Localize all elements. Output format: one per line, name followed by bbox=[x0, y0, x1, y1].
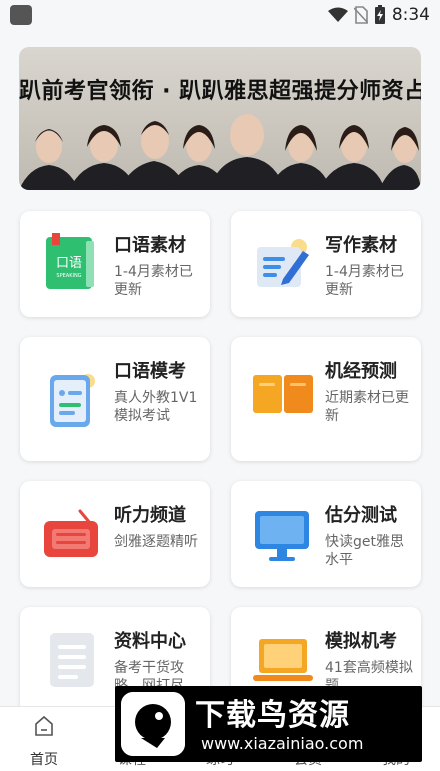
speaking-book-icon: 口语 SPEAKING bbox=[46, 233, 94, 289]
document-icon bbox=[50, 633, 94, 687]
card-title: 口语素材 bbox=[114, 235, 186, 256]
tab-home[interactable]: 首页 bbox=[0, 707, 88, 771]
card-subtitle: 真人外教1V1模拟考试 bbox=[114, 390, 198, 424]
card-exam-prediction[interactable]: 机经预测 近期素材已更新 bbox=[231, 337, 421, 461]
battery-charging-icon bbox=[374, 5, 385, 24]
status-icons: 8:34 bbox=[327, 4, 430, 26]
speaking-icon-subtext: SPEAKING bbox=[56, 273, 81, 279]
card-writing-material[interactable]: 写作素材 1-4月素材已更新 bbox=[231, 211, 421, 317]
card-listening-channel[interactable]: 听力频道 剑雅逐题精听 bbox=[20, 481, 210, 587]
monitor-icon bbox=[255, 511, 309, 561]
card-subtitle: 近期素材已更新 bbox=[325, 390, 409, 424]
app-notification-icon bbox=[10, 5, 32, 25]
clock: 8:34 bbox=[391, 5, 430, 25]
card-score-estimate[interactable]: 估分测试 快读get雅思水平 bbox=[231, 481, 421, 587]
writing-pen-icon bbox=[257, 239, 309, 287]
card-subtitle: 1-4月素材已更新 bbox=[325, 264, 404, 298]
tab-label: 首页 bbox=[30, 752, 58, 768]
card-speaking-mock[interactable]: 口语模考 真人外教1V1模拟考试 bbox=[20, 337, 210, 461]
card-title: 写作素材 bbox=[325, 235, 397, 256]
card-title: 听力频道 bbox=[114, 505, 186, 526]
site-watermark: 下载鸟资源 www.xiazainiao.com bbox=[115, 686, 422, 762]
card-subtitle: 1-4月素材已更新 bbox=[114, 264, 193, 298]
status-bar: 8:34 bbox=[0, 0, 440, 30]
bird-logo-icon bbox=[121, 692, 185, 756]
card-title: 模拟机考 bbox=[325, 631, 397, 652]
radio-icon bbox=[44, 509, 98, 557]
watermark-title: 下载鸟资源 bbox=[195, 698, 350, 733]
card-title: 资料中心 bbox=[114, 631, 186, 652]
card-title: 估分测试 bbox=[325, 505, 397, 526]
speaking-icon-text: 口语 bbox=[56, 256, 82, 271]
wifi-icon bbox=[327, 7, 348, 22]
promo-banner[interactable]: 趴前考官领衔 · 趴趴雅思超强提分师资占 bbox=[19, 47, 421, 190]
open-book-icon bbox=[253, 375, 313, 413]
phone-card-icon bbox=[50, 374, 95, 427]
laptop-icon bbox=[253, 639, 313, 681]
card-subtitle: 剑雅逐题精听 bbox=[114, 534, 198, 550]
no-sim-icon bbox=[353, 6, 368, 24]
card-title: 口语模考 bbox=[114, 361, 186, 382]
card-subtitle: 快读get雅思水平 bbox=[325, 534, 404, 568]
home-icon bbox=[35, 715, 53, 736]
teachers-photo bbox=[19, 114, 421, 190]
card-title: 机经预测 bbox=[325, 361, 397, 382]
watermark-url: www.xiazainiao.com bbox=[201, 734, 364, 753]
card-speaking-material[interactable]: 口语 SPEAKING 口语素材 1-4月素材已更新 bbox=[20, 211, 210, 317]
